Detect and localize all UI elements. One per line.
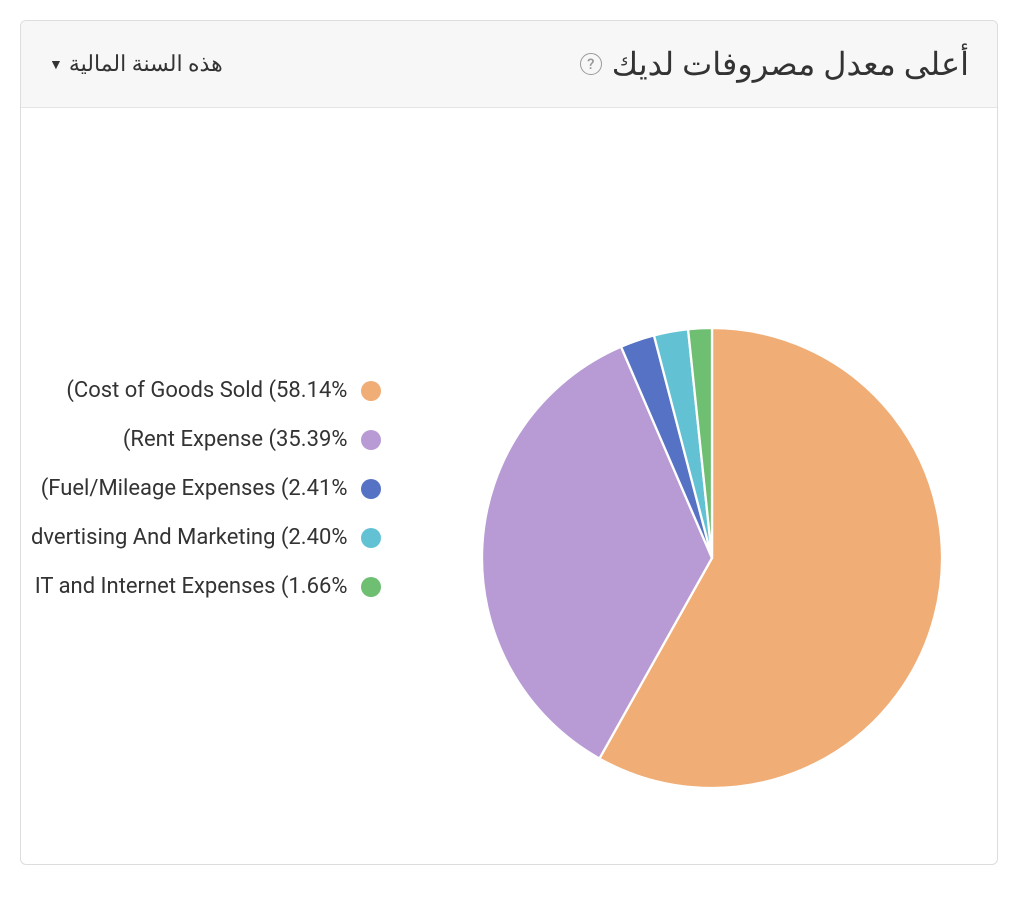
legend-item-cogs[interactable]: (Cost of Goods Sold (58.14% <box>31 378 381 403</box>
legend-dot-icon <box>361 381 381 401</box>
card-header: ▼ هذه السنة المالية أعلى معدل مصروفات لد… <box>21 21 997 108</box>
legend-item-it[interactable]: IT and Internet Expenses (1.66% <box>31 574 381 599</box>
header-title-wrap: أعلى معدل مصروفات لديك ? <box>580 45 969 83</box>
help-icon[interactable]: ? <box>580 53 602 75</box>
legend-label: (Rent Expense (35.39% <box>123 427 348 452</box>
legend-label: (Fuel/Mileage Expenses (2.41% <box>41 476 348 501</box>
expenses-card: ▼ هذه السنة المالية أعلى معدل مصروفات لد… <box>20 20 998 865</box>
legend: (Cost of Goods Sold (58.14% (Rent Expens… <box>31 378 381 599</box>
legend-label: dvertising And Marketing (2.40% <box>31 525 347 550</box>
card-body: (Cost of Goods Sold (58.14% (Rent Expens… <box>21 108 997 864</box>
legend-label: IT and Internet Expenses (1.66% <box>35 574 348 599</box>
legend-dot-icon <box>361 528 381 548</box>
legend-dot-icon <box>361 430 381 450</box>
card-title: أعلى معدل مصروفات لديك <box>612 45 969 83</box>
legend-item-fuel[interactable]: (Fuel/Mileage Expenses (2.41% <box>31 476 381 501</box>
period-dropdown[interactable]: ▼ هذه السنة المالية <box>49 52 223 77</box>
legend-dot-icon <box>361 479 381 499</box>
chevron-down-icon: ▼ <box>49 56 63 73</box>
legend-item-advertising[interactable]: dvertising And Marketing (2.40% <box>31 525 381 550</box>
pie-chart <box>482 328 942 788</box>
legend-dot-icon <box>361 577 381 597</box>
pie-chart-wrap <box>482 328 942 792</box>
period-label: هذه السنة المالية <box>69 52 223 77</box>
legend-label: (Cost of Goods Sold (58.14% <box>66 378 347 403</box>
legend-item-rent[interactable]: (Rent Expense (35.39% <box>31 427 381 452</box>
